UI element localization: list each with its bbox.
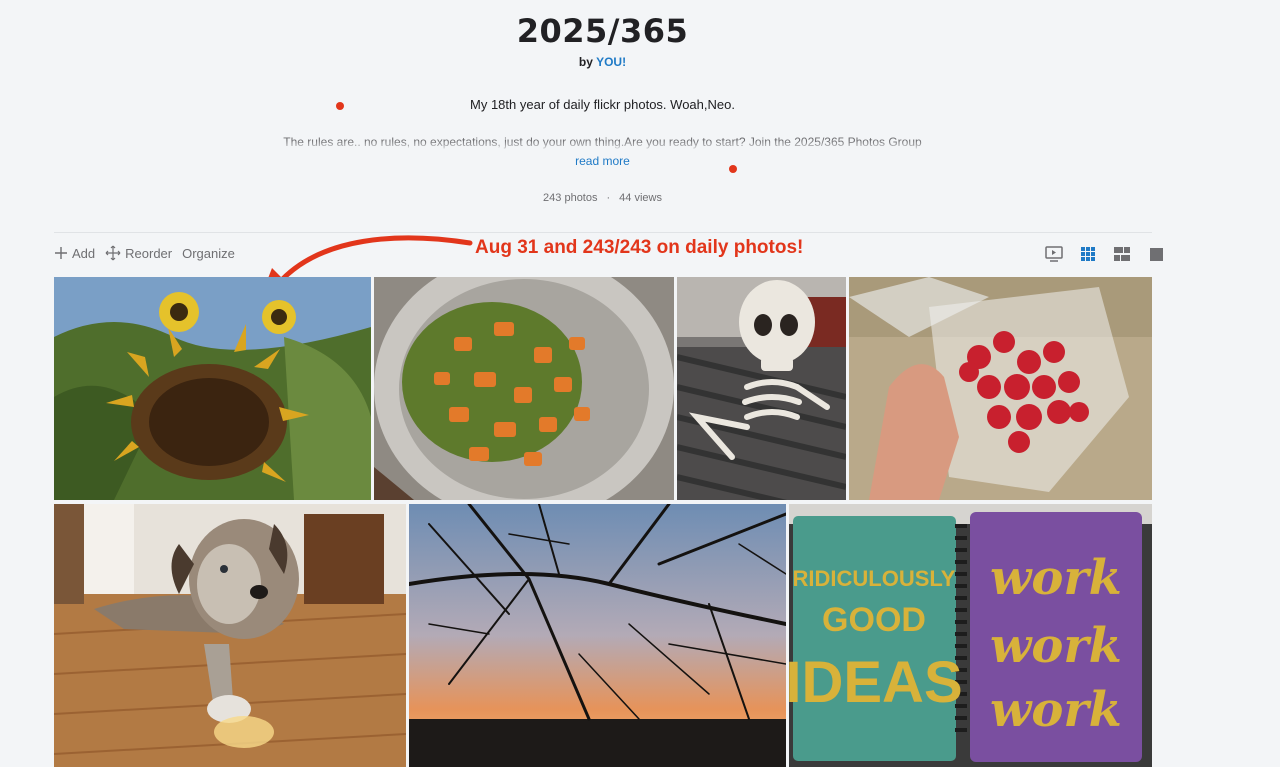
annotation-text: Aug 31 and 243/243 on daily photos! [475, 237, 804, 258]
red-dot-marker [729, 165, 737, 173]
view-count: 44 views [619, 192, 662, 204]
organize-button[interactable]: Organize [182, 246, 235, 261]
grid-small-icon [1081, 247, 1095, 261]
notebook-left-line2: GOOD [822, 601, 926, 639]
byline-prefix: by [578, 55, 593, 69]
reorder-label: Reorder [125, 245, 173, 261]
notebook-left-line1: RIDICULOUSLY [793, 566, 956, 591]
move-arrows-icon [105, 245, 121, 261]
medium-grid-view-button[interactable] [1112, 245, 1132, 263]
album-description: My 18th year of daily flickr photos. Woa… [470, 97, 735, 112]
notebook-right-word-2: work [990, 618, 1122, 674]
organize-label: Organize [182, 245, 235, 261]
add-button[interactable]: Add [54, 246, 95, 261]
add-label: Add [72, 245, 96, 261]
toolbar-divider [54, 232, 1152, 233]
notebook-right-word-3: work [990, 682, 1122, 738]
photo-count: 243 photos [543, 192, 598, 204]
photo-thumbnail-notebooks[interactable]: RIDICULOUSLY GOOD IDEAS work work work [789, 504, 1152, 767]
notebook-left-line3: IDEAS [789, 650, 963, 715]
stats-separator: · [606, 192, 611, 204]
album-description-more: The rules are.. no rules, no expectation… [283, 135, 922, 149]
reorder-button[interactable]: Reorder [105, 245, 172, 261]
photo-thumbnail-dog[interactable] [54, 504, 406, 767]
album-stats: 243 photos · 44 views [0, 192, 1205, 204]
photo-thumbnail-peas-and-carrots[interactable] [374, 277, 674, 500]
slideshow-button[interactable] [1044, 245, 1064, 263]
read-more-link[interactable]: read more [0, 154, 1205, 168]
notebook-right-word-1: work [990, 550, 1122, 606]
album-title: 2025/365 [516, 12, 689, 50]
photo-thumbnail-sunflower[interactable] [54, 277, 371, 500]
view-mode-switcher [1030, 245, 1166, 263]
owner-link[interactable]: YOU! [596, 55, 626, 69]
small-grid-view-button[interactable] [1078, 245, 1098, 263]
grid-large-icon [1149, 247, 1163, 261]
album-byline: by YOU! [0, 55, 1205, 69]
plus-icon [55, 247, 67, 259]
grid-medium-icon [1114, 247, 1130, 261]
photo-thumbnail-skeleton[interactable] [677, 277, 846, 500]
slideshow-icon [1045, 246, 1063, 262]
photo-thumbnail-sunset[interactable] [409, 504, 786, 767]
large-view-button[interactable] [1146, 245, 1166, 263]
red-dot-marker [336, 102, 344, 110]
photo-thumbnail-raspberries[interactable] [849, 277, 1152, 500]
album-toolbar: Add Reorder Organize [54, 245, 245, 261]
